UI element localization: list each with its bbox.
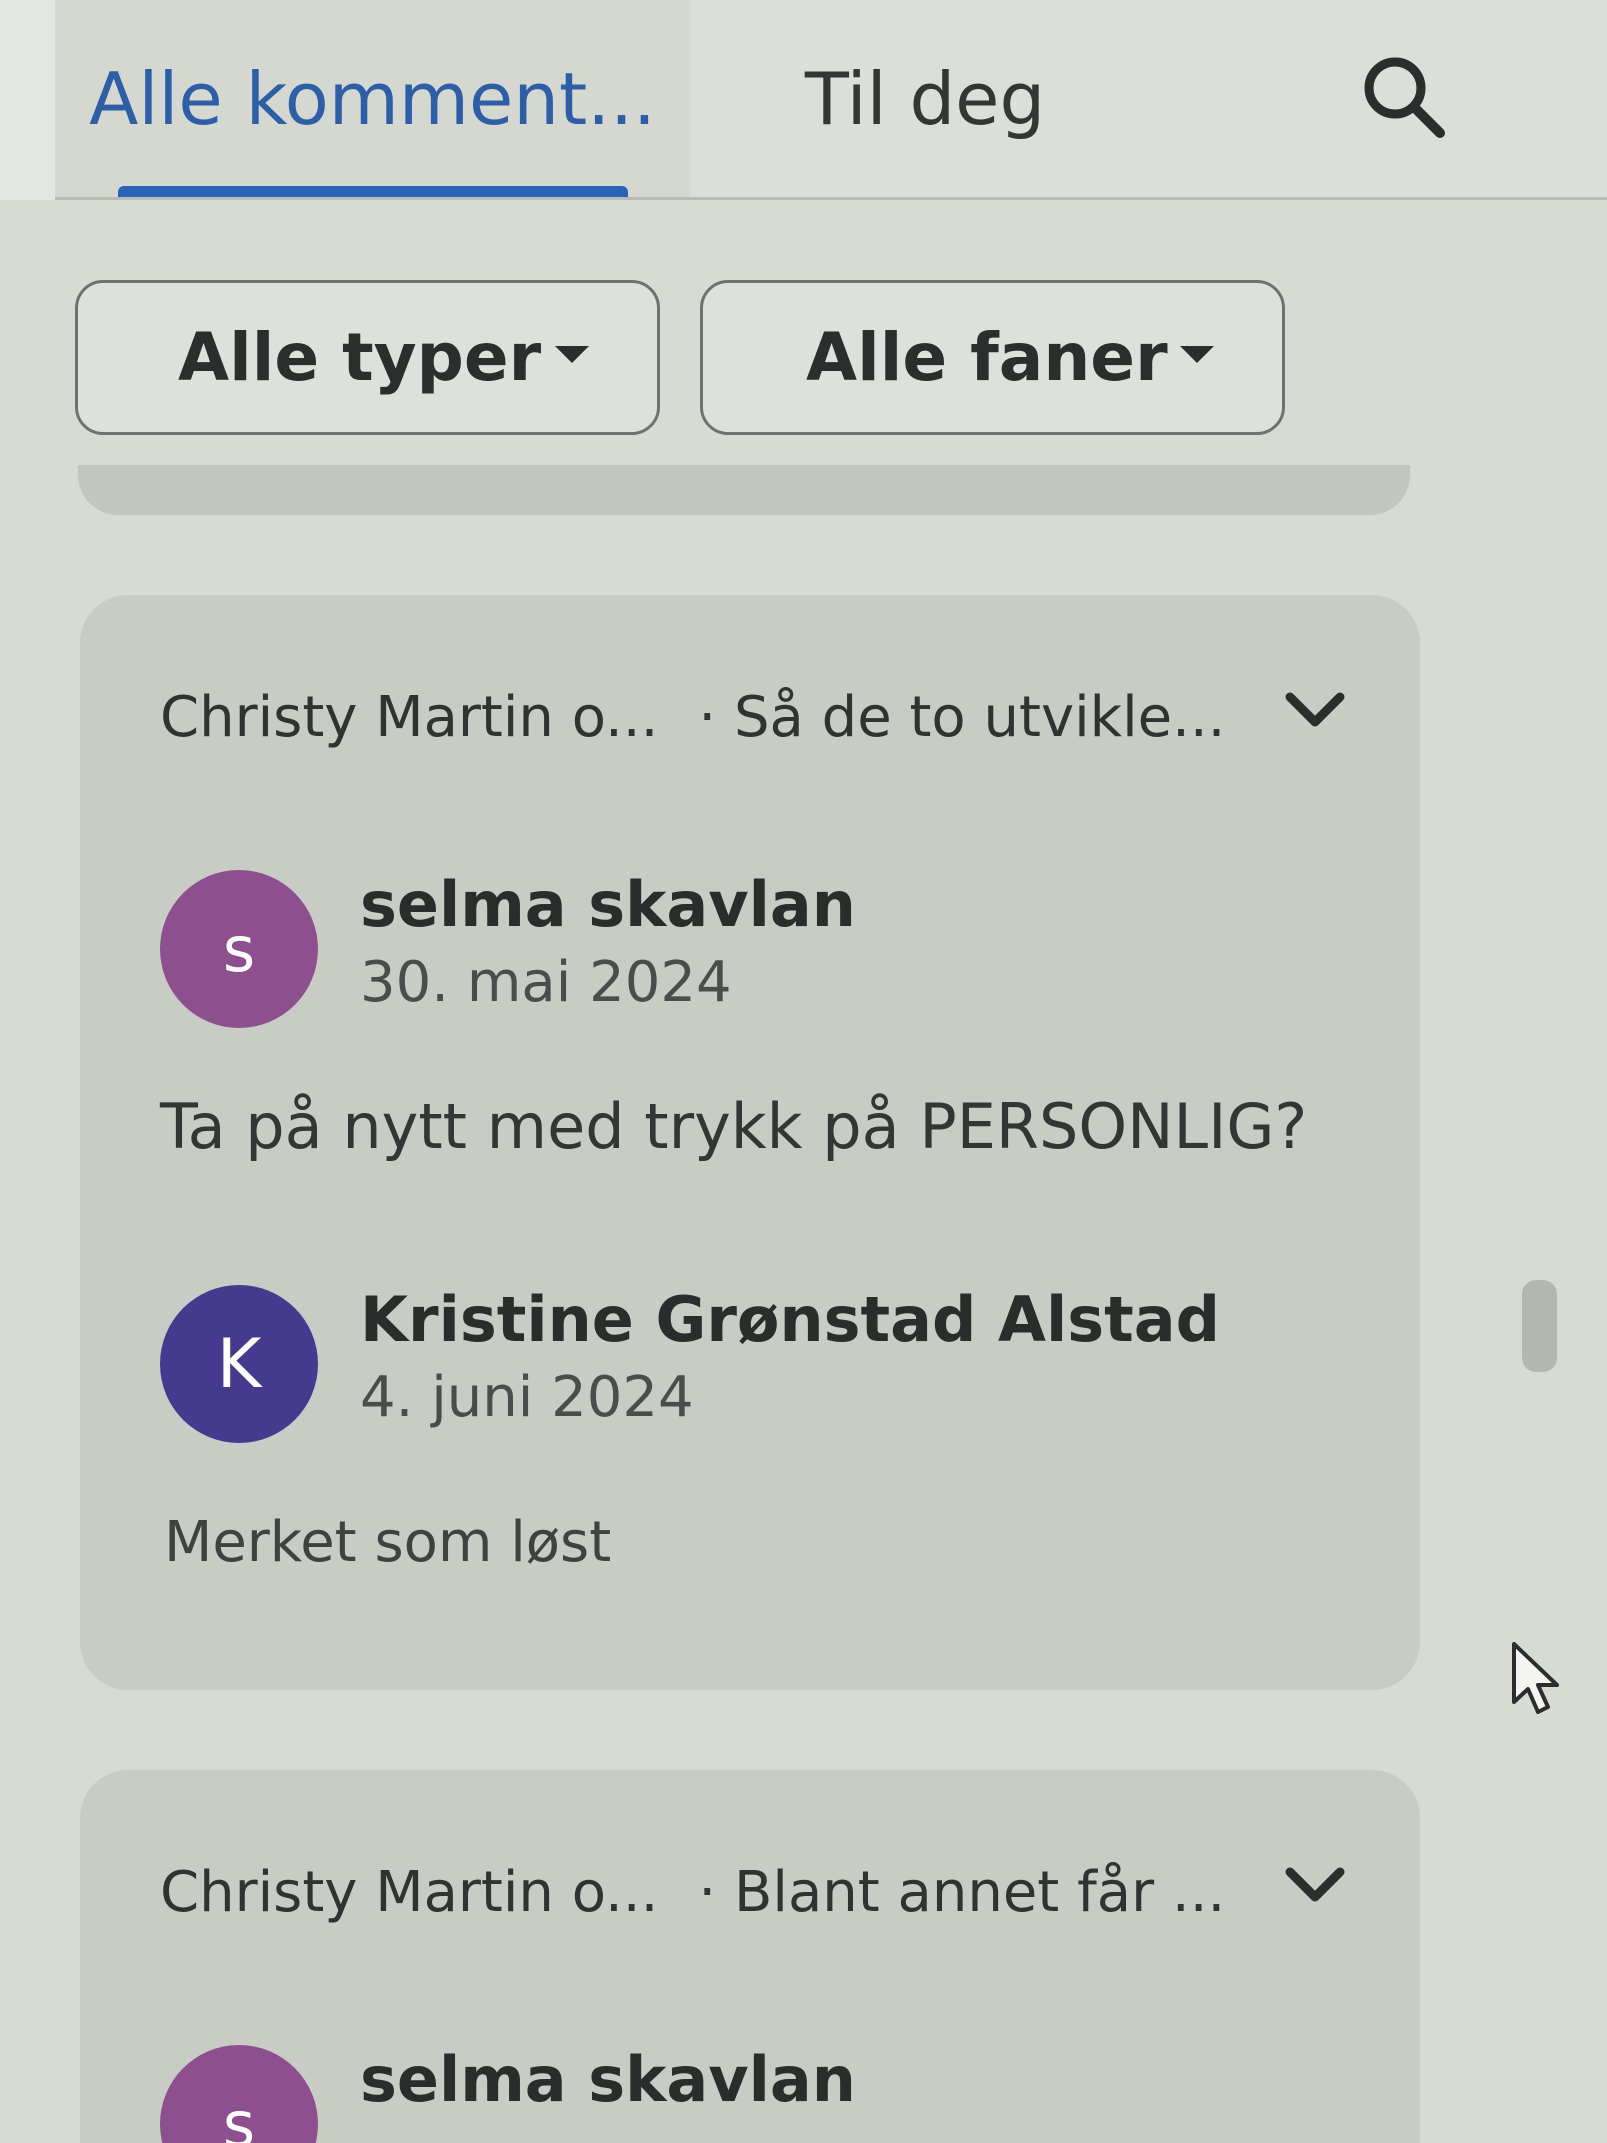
tab-for-you-label: Til deg bbox=[804, 56, 1046, 141]
avatar: s bbox=[160, 870, 318, 1028]
search-icon bbox=[1364, 57, 1445, 138]
thread-snippet: · Blant annet får ... bbox=[698, 1860, 1226, 1925]
chevron-down-icon bbox=[1285, 692, 1345, 727]
previous-comment-card bbox=[78, 465, 1410, 515]
comment-text: Ta på nytt med trykk på PERSONLIG? bbox=[160, 1090, 1308, 1163]
avatar-initial: s bbox=[222, 2087, 256, 2143]
expand-thread-button[interactable] bbox=[1270, 1850, 1360, 1920]
avatar-initial: s bbox=[222, 912, 256, 986]
comment-thread-card[interactable]: Christy Martin o... · Så de to utvikle...… bbox=[80, 595, 1420, 1690]
dropdown-caret-icon bbox=[1180, 346, 1214, 363]
thread-snippet: · Så de to utvikle... bbox=[698, 685, 1226, 750]
comment-author: selma skavlan bbox=[360, 2043, 856, 2116]
filter-all-tabs-label: Alle faner bbox=[806, 319, 1168, 396]
chevron-down-icon bbox=[1285, 1867, 1345, 1902]
left-edge bbox=[0, 0, 55, 200]
filter-all-tabs[interactable]: Alle faner bbox=[700, 280, 1285, 435]
thread-participants: Christy Martin o... bbox=[160, 1860, 659, 1925]
avatar: K bbox=[160, 1285, 318, 1443]
tab-bar: Alle komment... Til deg bbox=[55, 0, 1607, 200]
comments-panel: Alle komment... Til deg Alle typer Alle … bbox=[0, 0, 1607, 2143]
scrollbar-thumb[interactable] bbox=[1522, 1280, 1557, 1372]
search-button[interactable] bbox=[1335, 28, 1475, 168]
avatar-initial: K bbox=[216, 1324, 262, 1404]
thread-participants: Christy Martin o... bbox=[160, 685, 659, 750]
avatar: s bbox=[160, 2045, 318, 2143]
comment-author: Kristine Grønstad Alstad bbox=[360, 1283, 1220, 1356]
tab-all-comments[interactable]: Alle komment... bbox=[55, 0, 690, 197]
tab-for-you[interactable]: Til deg bbox=[690, 0, 1160, 197]
comment-date: 30. mai 2024 bbox=[360, 950, 732, 1015]
mouse-cursor-icon bbox=[1512, 1642, 1559, 1714]
comment-author: selma skavlan bbox=[360, 868, 856, 941]
expand-thread-button[interactable] bbox=[1270, 675, 1360, 745]
tab-all-comments-label: Alle komment... bbox=[89, 56, 656, 141]
comment-thread-card[interactable]: Christy Martin o... · Blant annet får ...… bbox=[80, 1770, 1420, 2143]
filter-all-types[interactable]: Alle typer bbox=[75, 280, 660, 435]
comment-date: 4. juni 2024 bbox=[360, 1365, 694, 1430]
filter-all-types-label: Alle typer bbox=[178, 319, 542, 396]
dropdown-caret-icon bbox=[555, 346, 589, 363]
thread-header: Christy Martin o... · Så de to utvikle... bbox=[160, 685, 1225, 750]
thread-header: Christy Martin o... · Blant annet får ... bbox=[160, 1860, 1225, 1925]
active-tab-indicator bbox=[118, 186, 628, 197]
resolved-status-text: Merket som løst bbox=[164, 1510, 612, 1575]
